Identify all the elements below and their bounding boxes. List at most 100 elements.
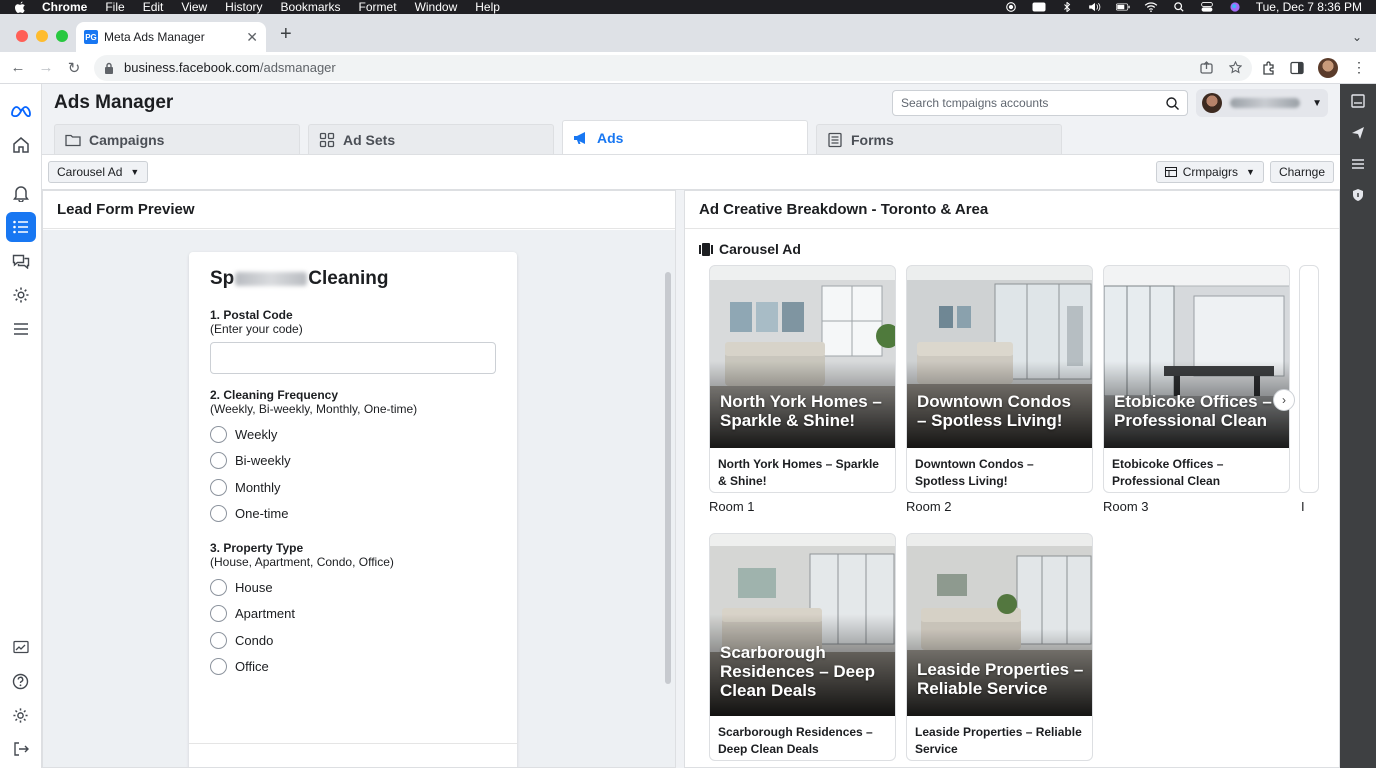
forward-arrow-icon[interactable]: → [38, 59, 54, 76]
menubar-clock[interactable]: Tue, Dec 7 8:36 PM [1256, 0, 1362, 14]
notifications-bell-icon[interactable] [6, 178, 36, 208]
brand-suffix: Cleaning [308, 268, 389, 289]
menu-format[interactable]: Formet [359, 0, 397, 14]
room-photo: Etobicoke Offices – Professional Clean [1104, 266, 1289, 448]
control-center-icon[interactable] [1200, 2, 1214, 12]
radio-apartment[interactable]: Apartment [210, 601, 496, 628]
radio-circle[interactable] [210, 425, 227, 443]
menu-history[interactable]: History [225, 0, 262, 14]
radio-label: House [235, 579, 273, 595]
tab-ad-sets[interactable]: Ad Sets [308, 124, 554, 154]
new-tab-button[interactable]: + [280, 23, 292, 46]
menu-bookmarks[interactable]: Bookmarks [281, 0, 341, 14]
ad-format-dropdown[interactable]: Carousel Ad ▼ [48, 161, 149, 183]
logout-icon[interactable] [6, 734, 36, 764]
chrome-menu-icon[interactable]: ⋮ [1352, 59, 1366, 76]
radio-house[interactable]: House [210, 574, 496, 601]
carousel-icon [699, 242, 713, 256]
messages-icon[interactable] [6, 246, 36, 276]
campaigns-dropdown-label: Crmpaigrs [1182, 165, 1239, 179]
postal-code-input[interactable] [210, 342, 496, 374]
all-tools-menu-icon[interactable] [6, 314, 36, 344]
close-window-button[interactable] [16, 30, 28, 42]
menu-view[interactable]: View [181, 0, 207, 14]
zoom-window-button[interactable] [56, 30, 68, 42]
reports-icon[interactable] [6, 632, 36, 662]
bookmark-star-icon[interactable] [1229, 61, 1242, 74]
tab-forms[interactable]: Forms [816, 124, 1062, 154]
battery-icon[interactable] [1115, 2, 1130, 12]
meta-logo-icon[interactable] [6, 96, 36, 126]
radio-condo[interactable]: Condo [210, 627, 496, 654]
keyboard-icon[interactable] [1032, 2, 1046, 12]
campaigns-dropdown[interactable]: Crmpaigrs ▼ [1155, 161, 1264, 183]
carousel-card[interactable]: North York Homes – Sparkle & Shine! Nort… [709, 265, 896, 515]
wifi-icon[interactable] [1144, 2, 1158, 12]
radio-circle[interactable] [210, 505, 227, 523]
radio-one-time[interactable]: One-time [210, 501, 496, 528]
side-panel-icon[interactable] [1290, 61, 1304, 75]
info-shield-icon[interactable] [1352, 188, 1364, 202]
close-tab-icon[interactable]: ✕ [246, 29, 258, 46]
volume-icon[interactable] [1088, 2, 1102, 12]
radio-office[interactable]: Office [210, 654, 496, 681]
menu-edit[interactable]: Edit [143, 0, 164, 14]
radio-bi-weekly[interactable]: Bi-weekly [210, 448, 496, 475]
help-icon[interactable] [6, 666, 36, 696]
card-caption: North York Homes – Sparkle & Shine! [718, 457, 879, 488]
brand-prefix: Sp [210, 268, 235, 289]
radio-circle[interactable] [210, 658, 227, 676]
tab-ads[interactable]: Ads [562, 120, 808, 154]
tab-search-chevron-icon[interactable]: ⌄ [1352, 30, 1362, 44]
card-frame: Scarborough Residences – Deep Clean Deal… [709, 533, 896, 761]
preview-scrollbar[interactable] [665, 272, 671, 684]
card-caption: Etobicoke Offices – Professional Clean [1112, 457, 1224, 488]
carousel-next-arrow-icon[interactable]: › [1273, 389, 1295, 411]
reload-icon[interactable]: ↻ [66, 59, 82, 77]
carousel-card[interactable]: Downtown Condos – Spotless Living! Downt… [906, 265, 1093, 515]
menu-chrome[interactable]: Chrome [42, 0, 87, 14]
carousel-card[interactable]: Etobicoke Offices – Professional Clean E… [1103, 265, 1290, 515]
carousel-card[interactable]: Leaside Properties – Reliable Service Le… [906, 533, 1093, 767]
radio-circle[interactable] [210, 605, 227, 623]
campaigns-list-icon[interactable] [5, 212, 36, 242]
bluetooth-icon[interactable] [1060, 2, 1074, 12]
radio-label: Weekly [235, 426, 278, 442]
share-icon[interactable] [1200, 61, 1213, 74]
browser-tab[interactable]: PG Meta Ads Manager ✕ [76, 22, 266, 52]
radio-circle[interactable] [210, 478, 227, 496]
macos-menubar: Chrome File Edit View History Bookmarks … [0, 0, 1376, 14]
radio-circle[interactable] [210, 578, 227, 596]
siri-icon[interactable] [1228, 2, 1242, 12]
minimize-window-button[interactable] [36, 30, 48, 42]
radio-monthly[interactable]: Monthly [210, 474, 496, 501]
radio-circle[interactable] [210, 631, 227, 649]
account-switcher[interactable]: ▼ [1196, 89, 1328, 117]
apple-icon[interactable] [14, 1, 26, 14]
back-arrow-icon[interactable]: ← [10, 59, 26, 76]
menu-file[interactable]: File [105, 0, 124, 14]
profile-avatar[interactable] [1318, 57, 1338, 78]
carousel-card[interactable]: Scarborough Residences – Deep Clean Deal… [709, 533, 896, 767]
search-input[interactable]: Search tcmpaigns accounts [892, 90, 1188, 116]
menu-help[interactable]: Help [475, 0, 500, 14]
radio-weekly[interactable]: Weekly [210, 421, 496, 448]
send-icon[interactable] [1351, 126, 1365, 140]
settings-gear-icon[interactable] [6, 280, 36, 310]
home-icon[interactable] [6, 130, 36, 160]
list-panel-icon[interactable] [1351, 158, 1365, 170]
next-card-peek[interactable] [1299, 265, 1319, 493]
address-bar[interactable]: business.facebook.com/adsmanager [94, 54, 1252, 81]
extensions-icon[interactable] [1262, 60, 1276, 75]
search-icon[interactable] [1166, 96, 1179, 110]
question-postal-code: 1. Postal Code [210, 308, 293, 322]
tab-campaigns[interactable]: Campaigns [54, 124, 300, 154]
change-button[interactable]: Charnge [1269, 161, 1334, 183]
screen-record-icon[interactable] [1004, 2, 1018, 12]
save-panel-icon[interactable] [1351, 94, 1365, 108]
menu-window[interactable]: Window [415, 0, 458, 14]
bottom-settings-gear-icon[interactable] [6, 700, 36, 730]
radio-circle[interactable] [210, 452, 227, 470]
lock-icon[interactable] [104, 62, 114, 74]
spotlight-search-icon[interactable] [1172, 2, 1186, 12]
